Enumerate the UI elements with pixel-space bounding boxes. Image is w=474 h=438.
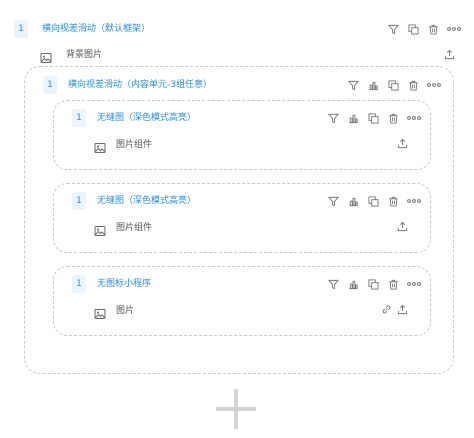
filter-icon[interactable]: [326, 194, 340, 208]
more-icon[interactable]: [406, 277, 422, 291]
card-index-badge: 1: [72, 192, 86, 210]
trash-icon[interactable]: [406, 78, 420, 92]
background-image-label: 背景图片: [66, 50, 103, 60]
bar-chart-icon[interactable]: [346, 111, 360, 125]
card-toolbar: [326, 110, 422, 126]
copy-icon[interactable]: [386, 78, 400, 92]
more-icon[interactable]: [406, 194, 422, 208]
group-toolbar: [346, 77, 442, 93]
more-icon[interactable]: [426, 78, 442, 92]
component-label: 图片组件: [116, 140, 153, 150]
image-icon: [94, 222, 106, 236]
content-card: 1 无图标小程序 图片: [53, 266, 431, 336]
image-icon: [94, 305, 106, 319]
card-title[interactable]: 无图标小程序: [97, 275, 151, 293]
copy-icon[interactable]: [366, 277, 380, 291]
top-toolbar: [386, 21, 462, 37]
copy-icon[interactable]: [366, 111, 380, 125]
component-label: 图片组件: [116, 223, 153, 233]
link-icon[interactable]: [379, 302, 393, 316]
bar-chart-icon[interactable]: [346, 194, 360, 208]
filter-icon[interactable]: [346, 78, 360, 92]
trash-icon[interactable]: [386, 277, 400, 291]
trash-icon[interactable]: [426, 22, 440, 36]
upload-icon[interactable]: [395, 219, 409, 233]
top-title[interactable]: 横向视差滑动（默认框架）: [42, 20, 150, 38]
bar-chart-icon[interactable]: [346, 277, 360, 291]
trash-icon[interactable]: [386, 111, 400, 125]
group-title[interactable]: 横向视差滑动（内容单元-3组任意）: [68, 76, 212, 94]
copy-icon[interactable]: [406, 22, 420, 36]
content-card: 1 无缝图（深色模式高亮） 图片组件: [53, 183, 431, 253]
image-icon: [40, 49, 52, 63]
card-index-badge: 1: [72, 109, 86, 127]
plus-icon: [216, 389, 256, 429]
component-label: 图片: [116, 306, 135, 316]
copy-icon[interactable]: [366, 194, 380, 208]
more-icon[interactable]: [406, 111, 422, 125]
card-toolbar: [326, 193, 422, 209]
card-title[interactable]: 无缝图（深色模式高亮）: [97, 192, 196, 210]
bar-chart-icon[interactable]: [366, 78, 380, 92]
top-index-badge: 1: [14, 20, 28, 38]
more-icon[interactable]: [446, 22, 462, 36]
upload-icon[interactable]: [395, 302, 409, 316]
filter-icon[interactable]: [326, 277, 340, 291]
upload-icon[interactable]: [442, 47, 456, 61]
image-icon: [94, 139, 106, 153]
filter-icon[interactable]: [386, 22, 400, 36]
trash-icon[interactable]: [386, 194, 400, 208]
filter-icon[interactable]: [326, 111, 340, 125]
content-card: 1 无缝图（深色模式高亮） 图片组件: [53, 100, 431, 170]
upload-icon[interactable]: [395, 136, 409, 150]
card-title[interactable]: 无缝图（深色模式高亮）: [97, 109, 196, 127]
card-index-badge: 1: [72, 275, 86, 293]
group-index-badge: 1: [43, 76, 57, 94]
card-toolbar: [326, 276, 422, 292]
add-component-button[interactable]: [214, 387, 258, 431]
